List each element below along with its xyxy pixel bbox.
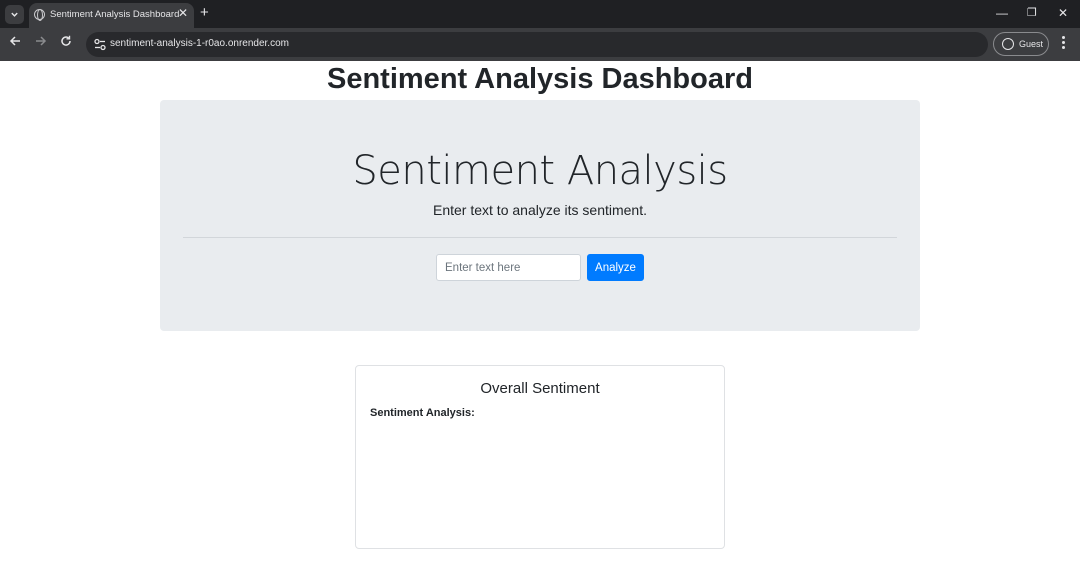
profile-label: Guest <box>1019 39 1044 49</box>
plus-icon[interactable]: + <box>200 4 209 22</box>
close-icon[interactable]: ✕ <box>178 6 188 20</box>
page-title: Sentiment Analysis Dashboard <box>327 63 753 95</box>
globe-icon <box>34 9 45 21</box>
tab-title: Sentiment Analysis Dashboard <box>50 9 180 20</box>
arrow-right-icon[interactable] <box>35 35 47 51</box>
tab-search-button[interactable] <box>5 5 24 24</box>
address-bar[interactable]: sentiment-analysis-1-r0ao.onrender.com <box>86 32 988 57</box>
overall-sentiment-card: Overall Sentiment Sentiment Analysis: <box>355 365 725 549</box>
browser-toolbar: sentiment-analysis-1-r0ao.onrender.com G… <box>0 28 1080 61</box>
jumbotron-title: Sentiment Analysis <box>352 148 728 194</box>
card-title: Overall Sentiment <box>480 380 600 397</box>
jumbotron-lead: Enter text to analyze its sentiment. <box>433 202 647 218</box>
close-window-icon[interactable]: ✕ <box>1058 6 1068 20</box>
tune-icon[interactable] <box>92 36 109 53</box>
person-icon <box>1002 38 1014 50</box>
browser-tab[interactable]: Sentiment Analysis Dashboard ✕ <box>29 3 194 28</box>
sentiment-analysis-label: Sentiment Analysis: <box>370 407 475 419</box>
chevron-down-icon <box>11 12 18 17</box>
browser-tabstrip: Sentiment Analysis Dashboard ✕ + — ❐ ✕ <box>0 0 1080 28</box>
arrow-left-icon[interactable] <box>9 35 21 51</box>
sentiment-text-input[interactable] <box>436 254 581 281</box>
minimize-icon[interactable]: — <box>996 6 1008 20</box>
profile-button[interactable]: Guest <box>993 32 1049 56</box>
more-vert-icon[interactable] <box>1062 36 1066 51</box>
jumbotron: Sentiment Analysis Enter text to analyze… <box>160 100 920 331</box>
url-text: sentiment-analysis-1-r0ao.onrender.com <box>110 38 289 49</box>
divider <box>183 237 897 238</box>
analyze-button[interactable]: Analyze <box>587 254 644 281</box>
restore-icon[interactable]: ❐ <box>1027 6 1037 20</box>
reload-icon[interactable] <box>60 35 72 51</box>
